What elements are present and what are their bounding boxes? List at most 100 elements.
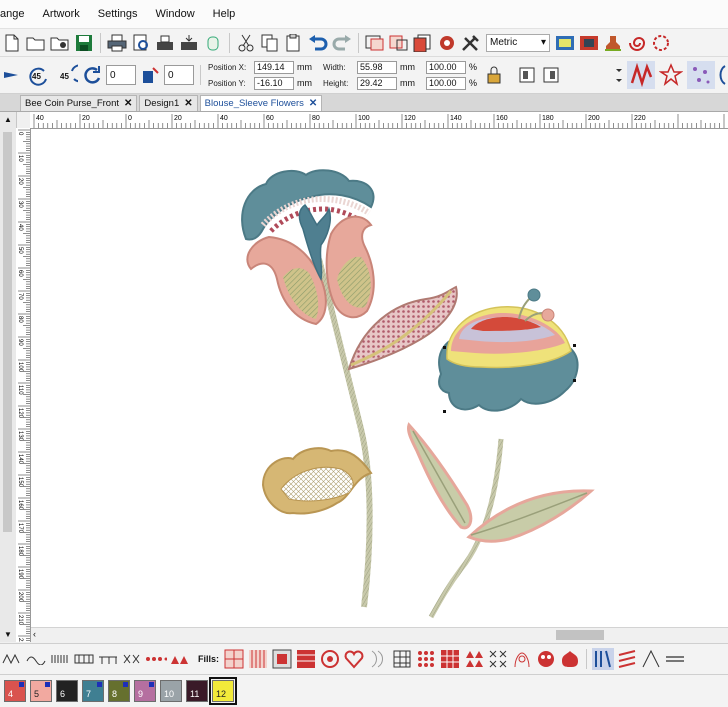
blanket-line-icon[interactable] <box>97 648 119 670</box>
undo-icon[interactable] <box>307 32 329 54</box>
tools-icon[interactable] <box>460 32 482 54</box>
scroll-thumb[interactable] <box>3 132 12 532</box>
group-icon[interactable] <box>364 32 386 54</box>
view-toggle-icon[interactable] <box>554 32 576 54</box>
scroll-thumb[interactable] <box>556 630 604 640</box>
fill-pattern-8-icon[interactable] <box>415 648 437 670</box>
line-straight-icon[interactable] <box>664 648 686 670</box>
fill-pattern-11-icon[interactable] <box>487 648 509 670</box>
rotate-free-icon[interactable] <box>81 64 103 86</box>
fill-pattern-10-icon[interactable] <box>463 648 485 670</box>
thread-swatch-10[interactable]: 10 <box>160 680 182 702</box>
satin-fill-icon[interactable] <box>616 648 638 670</box>
save-icon[interactable] <box>73 32 95 54</box>
curve-icon[interactable] <box>717 64 727 86</box>
fill-pattern-2-icon[interactable] <box>247 648 269 670</box>
fill-pattern-1-icon[interactable] <box>223 648 245 670</box>
tab-blouse-sleeve-flowers[interactable]: Blouse_Sleeve Flowers ✕ <box>199 95 323 111</box>
horizontal-scrollbar[interactable]: ‹ <box>31 627 728 643</box>
select-arrow-icon[interactable] <box>1 64 23 86</box>
thread-swatch-4[interactable]: 4 <box>4 680 26 702</box>
slant-icon[interactable] <box>139 64 161 86</box>
vertical-scrollbar[interactable]: ▲ ▼ <box>0 112 17 642</box>
thread-swatch-9[interactable]: 9 <box>134 680 156 702</box>
thread-swatch-7[interactable]: 7 <box>82 680 104 702</box>
ladder-line-icon[interactable] <box>73 648 95 670</box>
toolbar-overflow-icon[interactable] <box>613 64 625 86</box>
new-file-icon[interactable] <box>1 32 23 54</box>
fill-pattern-6-icon[interactable] <box>367 648 389 670</box>
fill-pattern-9-icon[interactable] <box>439 648 461 670</box>
paste-icon[interactable] <box>283 32 305 54</box>
ungroup-icon[interactable] <box>388 32 410 54</box>
cut-icon[interactable] <box>235 32 257 54</box>
satin-line-icon[interactable] <box>49 648 71 670</box>
scroll-left-icon[interactable]: ‹ <box>33 629 36 639</box>
lock-proportions-icon[interactable] <box>483 64 505 86</box>
fill-pattern-heart-icon[interactable] <box>343 648 365 670</box>
close-icon[interactable]: ✕ <box>309 98 317 109</box>
spiral-icon[interactable] <box>626 32 648 54</box>
design-canvas[interactable] <box>31 129 728 627</box>
redo-icon[interactable] <box>331 32 353 54</box>
rotate-angle-input[interactable]: 0 <box>106 65 136 85</box>
fill-pattern-13-icon[interactable] <box>535 648 557 670</box>
tab-design1[interactable]: Design1 ✕ <box>139 95 198 111</box>
stitch-direction-icon[interactable] <box>592 648 615 670</box>
mirror-vertical-icon[interactable] <box>540 64 562 86</box>
fill-pattern-3-icon[interactable] <box>271 648 293 670</box>
width-input[interactable]: 55.98 <box>357 60 397 74</box>
line-angle-icon[interactable] <box>640 648 662 670</box>
cross-line-icon[interactable] <box>121 648 143 670</box>
menu-artwork[interactable]: Artwork <box>33 8 88 20</box>
tab-bee-coin-purse[interactable]: Bee Coin Purse_Front ✕ <box>20 95 138 111</box>
wave-line-icon[interactable] <box>25 648 47 670</box>
open-folder-icon[interactable] <box>25 32 47 54</box>
position-x-input[interactable]: 149.14 <box>254 60 294 74</box>
fill-pattern-14-icon[interactable] <box>559 648 581 670</box>
thread-swatch-12[interactable]: 12 <box>209 677 237 705</box>
close-icon[interactable]: ✕ <box>184 98 192 109</box>
units-select[interactable]: Metric ▾ <box>486 33 550 52</box>
open-image-icon[interactable] <box>49 32 71 54</box>
usb-icon[interactable] <box>202 32 224 54</box>
fill-pattern-7-icon[interactable] <box>391 648 413 670</box>
print-preview-icon[interactable] <box>130 32 152 54</box>
star-outline-icon[interactable] <box>657 61 685 89</box>
slant-angle-input[interactable]: 0 <box>164 65 194 85</box>
fill-pattern-5-icon[interactable] <box>319 648 341 670</box>
scale-height-input[interactable]: 100.00 <box>426 76 466 90</box>
sparkle-fill-icon[interactable] <box>687 61 715 89</box>
scale-width-input[interactable]: 100.00 <box>426 60 466 74</box>
zigzag-line-icon[interactable] <box>1 648 23 670</box>
dotted-line-icon[interactable] <box>145 648 167 670</box>
close-icon[interactable]: ✕ <box>124 98 132 109</box>
thread-swatch-5[interactable]: 5 <box>30 680 52 702</box>
menu-settings[interactable]: Settings <box>89 8 147 20</box>
settings-gear-icon[interactable] <box>436 32 458 54</box>
embroidery-design[interactable] <box>31 129 728 627</box>
fill-pattern-4-icon[interactable] <box>295 648 317 670</box>
menu-arrange[interactable]: ange <box>0 8 33 20</box>
machine-send-icon[interactable] <box>154 32 176 54</box>
menu-help[interactable]: Help <box>204 8 245 20</box>
machine-receive-icon[interactable] <box>178 32 200 54</box>
thread-swatch-11[interactable]: 11 <box>186 680 208 702</box>
mirror-horizontal-icon[interactable] <box>516 64 538 86</box>
height-input[interactable]: 29.42 <box>357 76 397 90</box>
fill-pattern-12-icon[interactable] <box>511 648 533 670</box>
position-y-input[interactable]: -16.10 <box>254 76 294 90</box>
menu-window[interactable]: Window <box>147 8 204 20</box>
rotate-right-45-icon[interactable]: 45 <box>53 64 79 86</box>
copy-icon[interactable] <box>259 32 281 54</box>
zigzag-stitch-icon[interactable] <box>627 61 655 89</box>
triangle-line-icon[interactable] <box>169 648 191 670</box>
scroll-up-icon[interactable]: ▲ <box>4 115 12 124</box>
rotate-left-45-icon[interactable]: 45 <box>25 64 51 86</box>
stamp-icon[interactable] <box>602 32 624 54</box>
film-icon[interactable] <box>578 32 600 54</box>
thread-swatch-6[interactable]: 6 <box>56 680 78 702</box>
thread-swatch-8[interactable]: 8 <box>108 680 130 702</box>
snowflake-icon[interactable] <box>650 32 672 54</box>
design-properties-icon[interactable] <box>412 32 434 54</box>
